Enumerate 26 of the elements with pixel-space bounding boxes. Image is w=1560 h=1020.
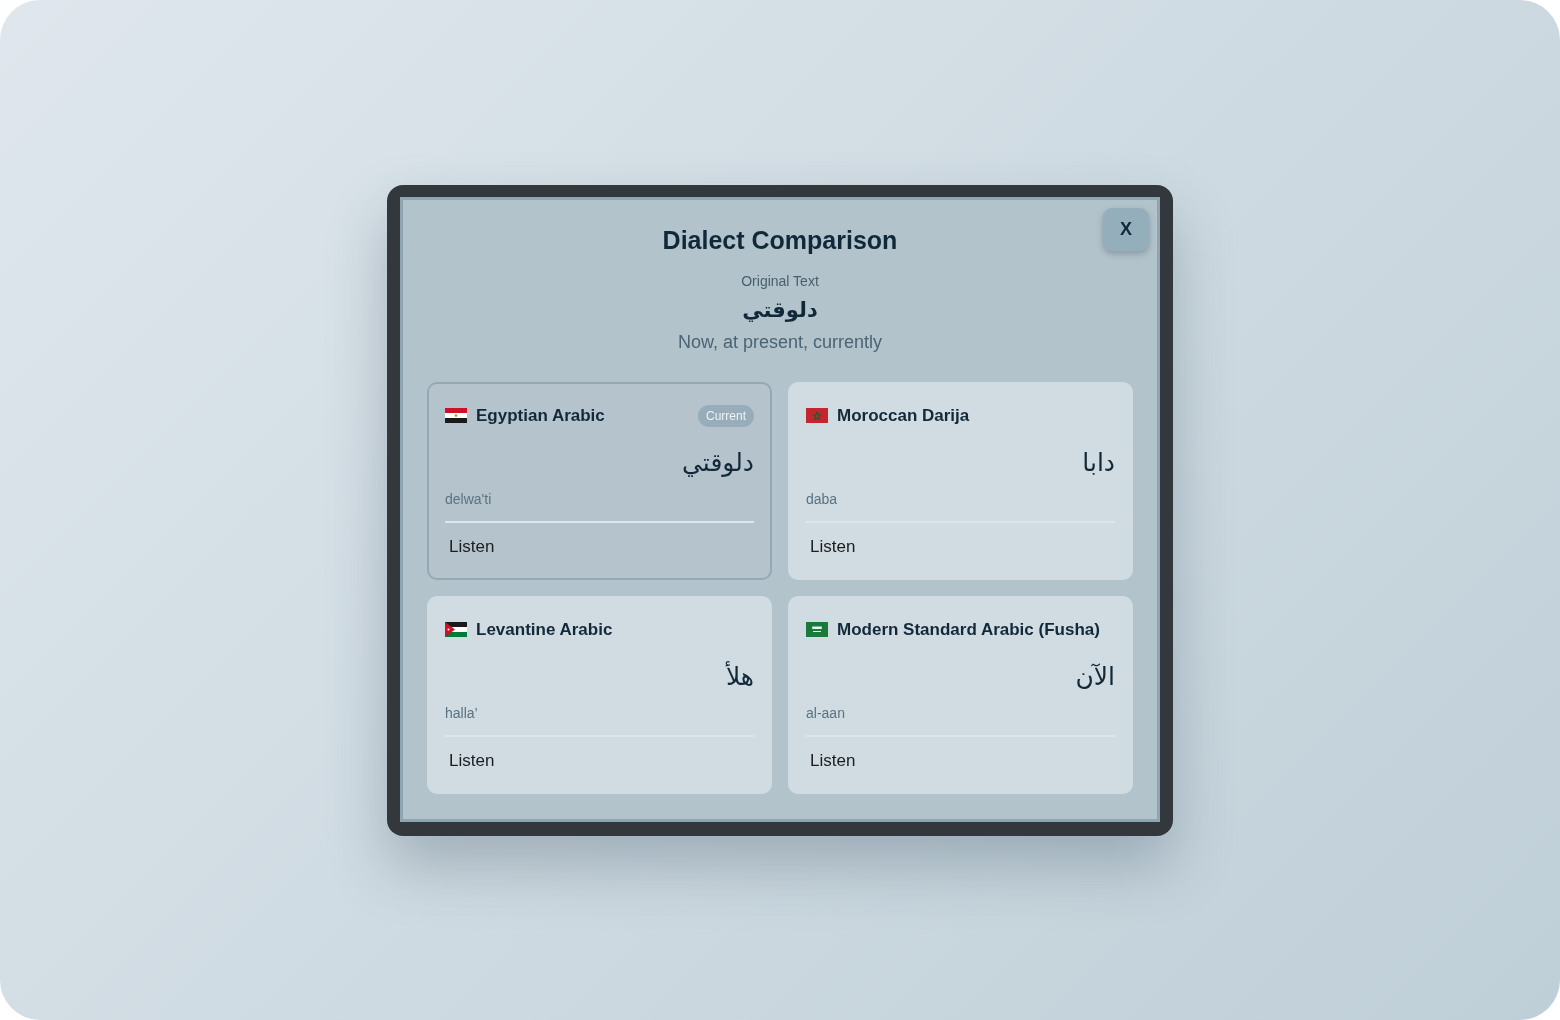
dialect-name: Modern Standard Arabic (Fusha) [837, 619, 1100, 640]
dialog-title: Dialect Comparison [662, 224, 898, 255]
listen-button[interactable]: Listen [445, 531, 499, 562]
close-button[interactable]: X [1103, 207, 1149, 251]
listen-button[interactable]: Listen [445, 745, 499, 776]
romanization-text: delwa'ti [445, 489, 492, 509]
arabic-word: هلأ [725, 660, 754, 693]
original-text-label: Original Text [741, 271, 819, 290]
romanization-text: al-aan [806, 703, 845, 723]
arabic-word: دلوقتي [682, 446, 754, 479]
flag-icon [806, 408, 828, 423]
flag-icon [445, 622, 467, 637]
flag-icon [806, 622, 828, 637]
arabic-word: الآن [1075, 660, 1115, 693]
dialect-name: Egyptian Arabic [476, 405, 605, 426]
arabic-word: دابا [1082, 446, 1115, 479]
romanization-text: daba [806, 489, 838, 509]
romanization-text: halla’ [445, 703, 478, 723]
dialect-name: Levantine Arabic [476, 619, 613, 640]
listen-button[interactable]: Listen [806, 531, 860, 562]
flag-icon [445, 408, 467, 423]
original-arabic-text: دلوقتي [742, 296, 818, 324]
current-badge: Current [698, 404, 754, 427]
dialect-name: Moroccan Darija [837, 405, 970, 426]
meaning-text: Now, at present, currently [677, 330, 883, 354]
listen-button[interactable]: Listen [806, 745, 860, 776]
